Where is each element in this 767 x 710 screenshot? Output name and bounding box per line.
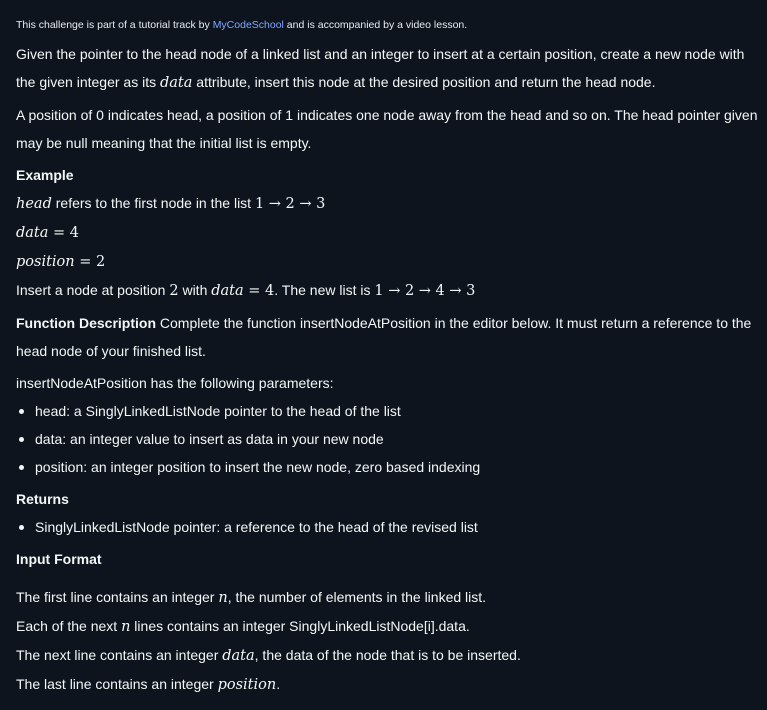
list-item: data: an integer value to insert as data… xyxy=(16,425,767,453)
tutorial-prefix: This challenge is part of a tutorial tra… xyxy=(16,19,213,31)
problem-statement: This challenge is part of a tutorial tra… xyxy=(0,0,767,699)
returns-list: SinglyLinkedListNode pointer: a referenc… xyxy=(16,513,767,541)
math-data: data xyxy=(159,75,193,91)
bullet-icon xyxy=(19,525,24,530)
intro-paragraph-1: Given the pointer to the head node of a … xyxy=(16,46,745,91)
input-format-line-4: The last line contains an integer positi… xyxy=(16,676,281,693)
bullet-icon xyxy=(19,409,24,414)
tutorial-note: This challenge is part of a tutorial tra… xyxy=(16,0,767,32)
input-format-line-2: Each of the next n lines contains an int… xyxy=(16,618,470,635)
input-format-line-1: The first line contains an integer n, th… xyxy=(16,589,487,606)
function-description-heading: Function Description xyxy=(16,315,156,331)
params-intro: insertNodeAtPosition has the following p… xyxy=(16,375,334,391)
list-item: head: a SinglyLinkedListNode pointer to … xyxy=(16,397,767,425)
example-heading: Example xyxy=(16,167,74,183)
example-insert-line: Insert a node at position 2 with data = … xyxy=(16,282,476,299)
intro-paragraph-2: A position of 0 indicates head, a positi… xyxy=(16,107,758,151)
example-head-line: head refers to the first node in the lis… xyxy=(16,195,326,212)
bullet-icon xyxy=(19,437,24,442)
list-item: SinglyLinkedListNode pointer: a referenc… xyxy=(16,513,767,541)
returns-heading: Returns xyxy=(16,491,69,507)
params-list: head: a SinglyLinkedListNode pointer to … xyxy=(16,397,767,481)
bullet-icon xyxy=(19,465,24,470)
mycodeschool-link[interactable]: MyCodeSchool xyxy=(213,19,284,31)
example-position-line: position = 2 xyxy=(16,254,106,270)
list-item: position: an integer position to insert … xyxy=(16,453,767,481)
example-data-line: data = 4 xyxy=(16,225,79,241)
tutorial-suffix: and is accompanied by a video lesson. xyxy=(283,19,468,31)
function-description: Function Description Complete the functi… xyxy=(16,315,752,359)
input-format-line-3: The next line contains an integer data, … xyxy=(16,647,521,664)
input-format-heading: Input Format xyxy=(16,551,102,567)
